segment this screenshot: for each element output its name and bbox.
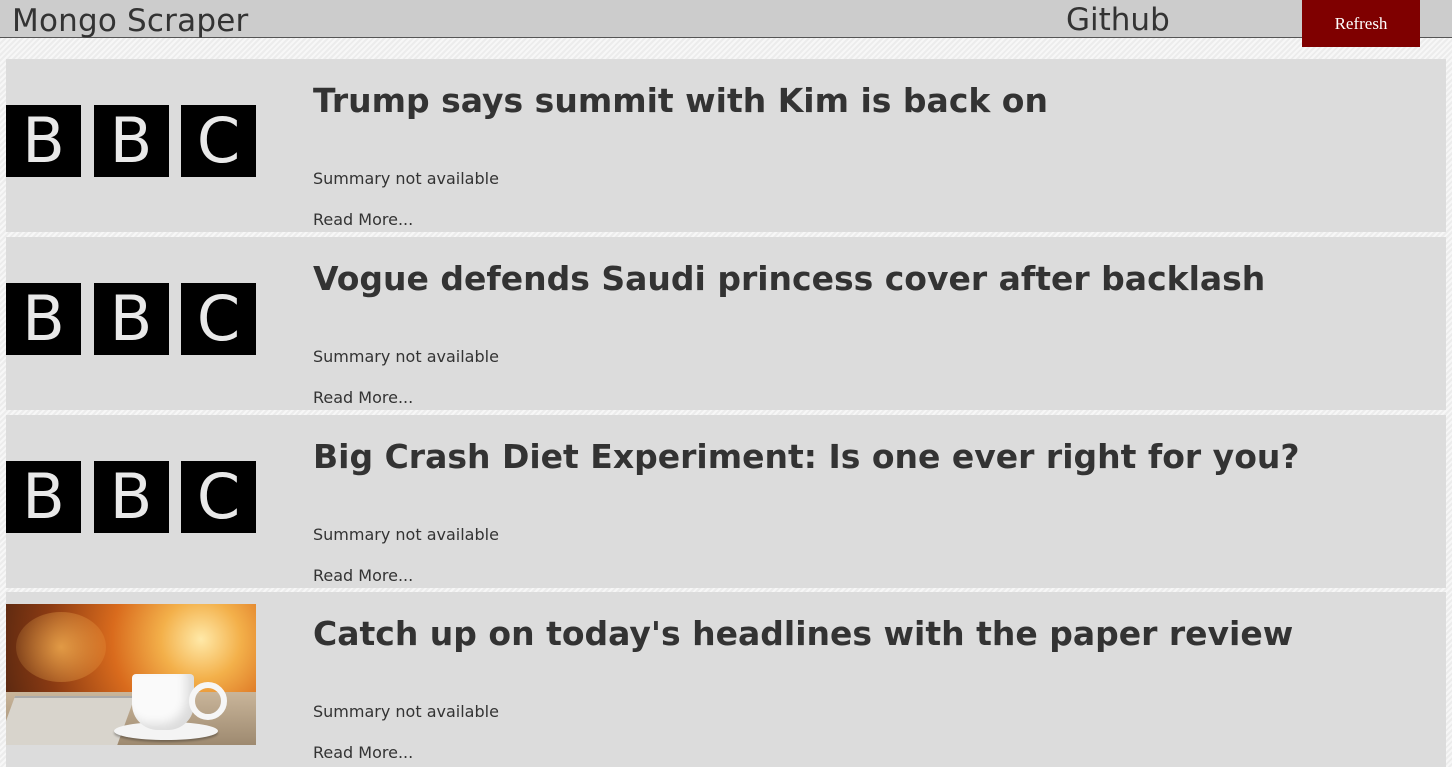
bbc-logo-letter: B: [93, 105, 169, 177]
bbc-logo-letter: C: [181, 461, 256, 533]
read-more-link[interactable]: Read More...: [313, 210, 413, 229]
bbc-logo-letter: B: [93, 461, 169, 533]
article-summary: Summary not available: [313, 525, 499, 544]
refresh-button[interactable]: Refresh: [1302, 0, 1420, 47]
bbc-logo-letter: B: [6, 461, 81, 533]
bbc-logo-letter: B: [93, 283, 169, 355]
bbc-logo-image: B B C: [6, 461, 256, 533]
article-title[interactable]: Trump says summit with Kim is back on: [313, 81, 1048, 120]
article-card: Catch up on today's headlines with the p…: [6, 592, 1446, 767]
article-title[interactable]: Big Crash Diet Experiment: Is one ever r…: [313, 437, 1300, 476]
github-link[interactable]: Github: [1066, 2, 1170, 38]
article-summary: Summary not available: [313, 347, 499, 366]
article-card: B B C Big Crash Diet Experiment: Is one …: [6, 415, 1446, 588]
read-more-link[interactable]: Read More...: [313, 566, 413, 585]
photo-cup: [132, 674, 194, 730]
bbc-logo-letter: B: [6, 105, 81, 177]
read-more-link[interactable]: Read More...: [313, 743, 413, 762]
bbc-logo-letter: B: [6, 283, 81, 355]
article-card: B B C Trump says summit with Kim is back…: [6, 59, 1446, 232]
article-title[interactable]: Catch up on today's headlines with the p…: [313, 614, 1293, 653]
bbc-logo-letter: C: [181, 283, 256, 355]
coffee-newspaper-photo: [6, 604, 256, 745]
article-summary: Summary not available: [313, 702, 499, 721]
article-summary: Summary not available: [313, 169, 499, 188]
photo-newspaper: [6, 696, 136, 745]
brand-title[interactable]: Mongo Scraper: [12, 3, 248, 39]
read-more-link[interactable]: Read More...: [313, 388, 413, 407]
photo-bokeh: [16, 612, 106, 682]
photo-cup-handle: [189, 682, 227, 720]
bbc-logo-image: B B C: [6, 105, 256, 177]
navbar: Mongo Scraper Github Refresh: [0, 0, 1452, 47]
bbc-logo-image: B B C: [6, 283, 256, 355]
article-card: B B C Vogue defends Saudi princess cover…: [6, 237, 1446, 410]
bbc-logo-letter: C: [181, 105, 256, 177]
article-title[interactable]: Vogue defends Saudi princess cover after…: [313, 259, 1265, 298]
